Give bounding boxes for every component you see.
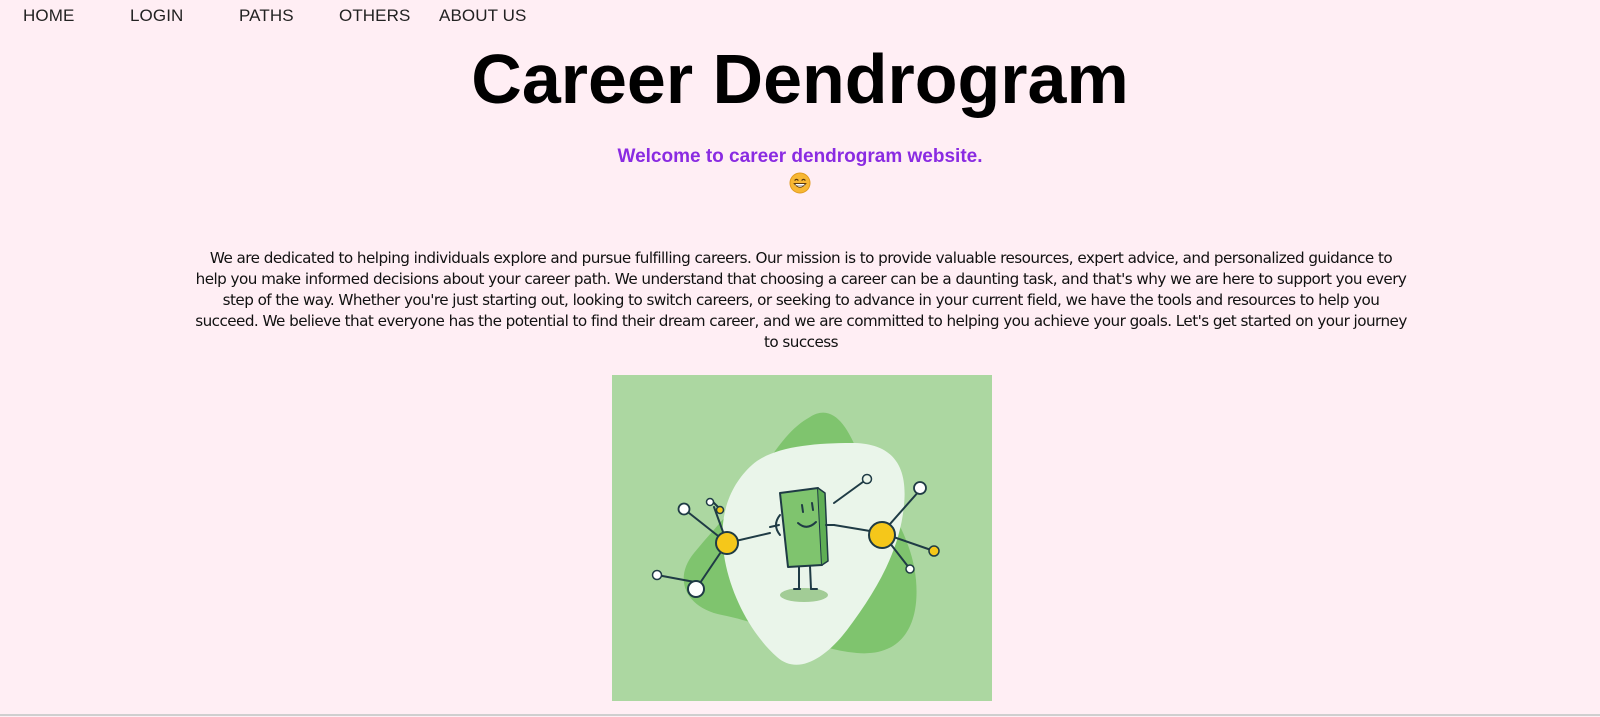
nav-others-link[interactable]: OTHERS xyxy=(339,6,410,26)
nav-home-link[interactable]: HOME xyxy=(23,6,74,26)
nav-login-link[interactable]: LOGIN xyxy=(130,6,183,26)
top-navigation: HOME LOGIN PATHS OTHERS ABOUT US xyxy=(0,4,1600,26)
welcome-message: Welcome to career dendrogram website. xyxy=(617,146,983,167)
career-network-illustration xyxy=(612,375,992,701)
page-title: Career Dendrogram xyxy=(471,40,1129,118)
emoji-container xyxy=(0,172,1600,196)
nav-about-us-link[interactable]: ABOUT US xyxy=(439,6,526,26)
career-network-graphic xyxy=(651,412,940,665)
page-bottom-divider xyxy=(0,714,1600,716)
nav-paths-link[interactable]: PATHS xyxy=(239,6,294,26)
grinning-face-icon xyxy=(789,172,811,194)
intro-paragraph: We are dedicated to helping individuals … xyxy=(195,249,1407,352)
